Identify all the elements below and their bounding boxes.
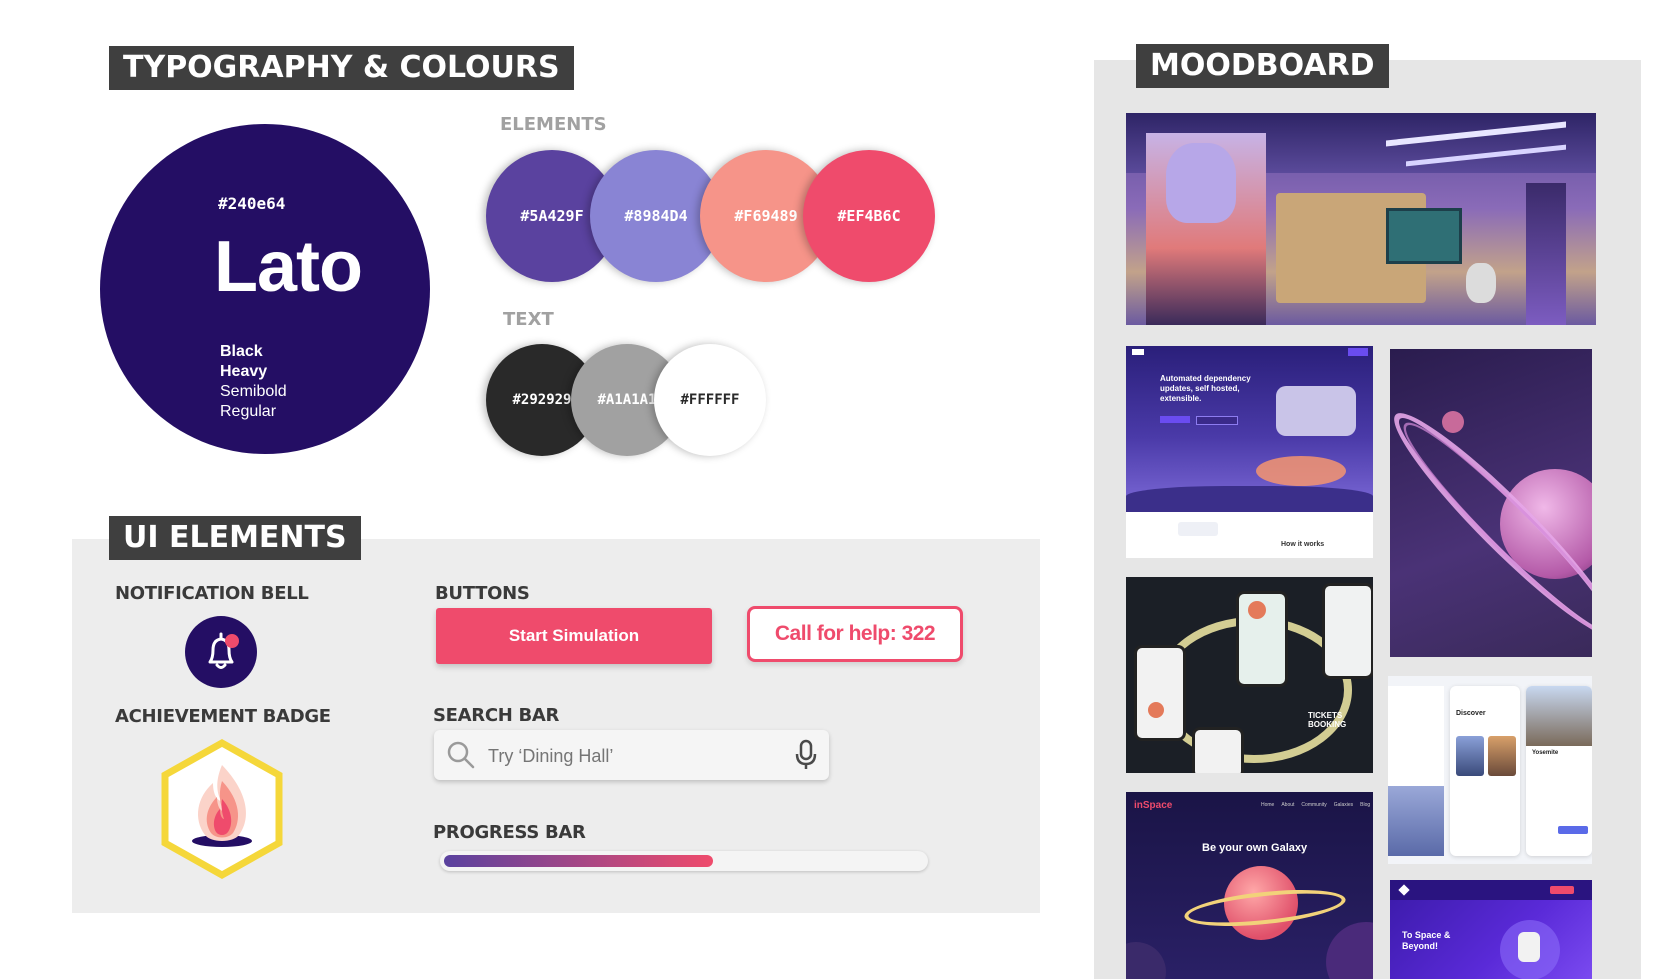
inspace-nav-community: Community: [1301, 802, 1327, 808]
moodboard-image-ticket-app: TICKETS BOOKING: [1126, 577, 1373, 773]
inspace-nav-blog: Blog: [1360, 802, 1371, 808]
moodboard-image-planet-rings: [1390, 349, 1592, 657]
inspace-nav-home: Home: [1261, 802, 1275, 808]
moodboard-image-travel-app: Discover Yosemite: [1388, 676, 1592, 864]
moodboard-image-space-beyond: To Space & Beyond!: [1390, 880, 1592, 979]
travel-discover-text: Discover: [1456, 710, 1486, 717]
moodboard-section-title: MOODBOARD: [1136, 44, 1389, 88]
search-bar[interactable]: [434, 730, 829, 780]
start-simulation-button[interactable]: Start Simulation: [436, 608, 712, 664]
ticket-app-caption: TICKETS BOOKING: [1308, 711, 1347, 729]
call-for-help-button[interactable]: Call for help: 322: [747, 606, 963, 662]
achievement-badge-label: ACHIEVEMENT BADGE: [115, 706, 331, 727]
font-hex-label: #240e64: [218, 194, 286, 213]
bell-icon: [208, 632, 239, 669]
moodboard-image-landing-page: Automated dependency updates, self hoste…: [1126, 346, 1373, 558]
typography-section-title: TYPOGRAPHY & COLOURS: [109, 46, 574, 90]
inspace-nav-galaxies: Galaxies: [1333, 802, 1354, 808]
moodboard-image-inspace: inSpace Home About Community Galaxies Bl…: [1126, 792, 1373, 979]
text-colours-label: TEXT: [503, 309, 554, 330]
start-simulation-label: Start Simulation: [508, 626, 640, 645]
space-beyond-headline: To Space & Beyond!: [1402, 930, 1451, 951]
search-icon: [447, 741, 475, 769]
call-for-help-label: Call for help: 322: [774, 622, 936, 645]
progress-bar-label: PROGRESS BAR: [433, 822, 586, 843]
travel-place-name: Yosemite: [1532, 750, 1559, 756]
elements-colours-label: ELEMENTS: [500, 114, 607, 135]
notification-bell-label: NOTIFICATION BELL: [115, 583, 309, 604]
font-name: Lato: [214, 227, 363, 307]
inspace-nav-about: About: [1281, 802, 1295, 808]
swatch-ef4b6c: #EF4B6C: [803, 150, 935, 282]
ui-elements-section-title: UI ELEMENTS: [109, 516, 361, 560]
inspace-headline: Be your own Galaxy: [1202, 842, 1308, 854]
font-weights-list: Black Heavy Semibold Regular: [220, 342, 287, 422]
progress-bar-track: [440, 851, 928, 871]
landing-footer-text: How it works: [1281, 541, 1325, 548]
swatch-ffffff: #FFFFFF: [654, 344, 766, 456]
notification-bell-button[interactable]: [185, 616, 257, 688]
weight-regular: Regular: [220, 403, 277, 420]
landing-headline: Automated dependency updates, self hoste…: [1160, 374, 1251, 403]
inspace-brand: inSpace: [1134, 800, 1173, 811]
search-bar-label: SEARCH BAR: [433, 705, 560, 726]
weight-black: Black: [220, 343, 263, 360]
weight-heavy: Heavy: [220, 363, 268, 380]
search-input[interactable]: [486, 740, 770, 772]
achievement-badge: [161, 738, 283, 880]
font-sample-circle: #240e64 Lato Black Heavy Semibold Regula…: [100, 124, 430, 454]
progress-bar-fill: [444, 855, 713, 867]
inspace-nav: Home About Community Galaxies Blog: [1261, 802, 1370, 808]
weight-semibold: Semibold: [220, 383, 287, 400]
buttons-label: BUTTONS: [435, 583, 530, 604]
microphone-icon[interactable]: [795, 739, 817, 771]
moodboard-image-corridor: [1126, 113, 1596, 325]
